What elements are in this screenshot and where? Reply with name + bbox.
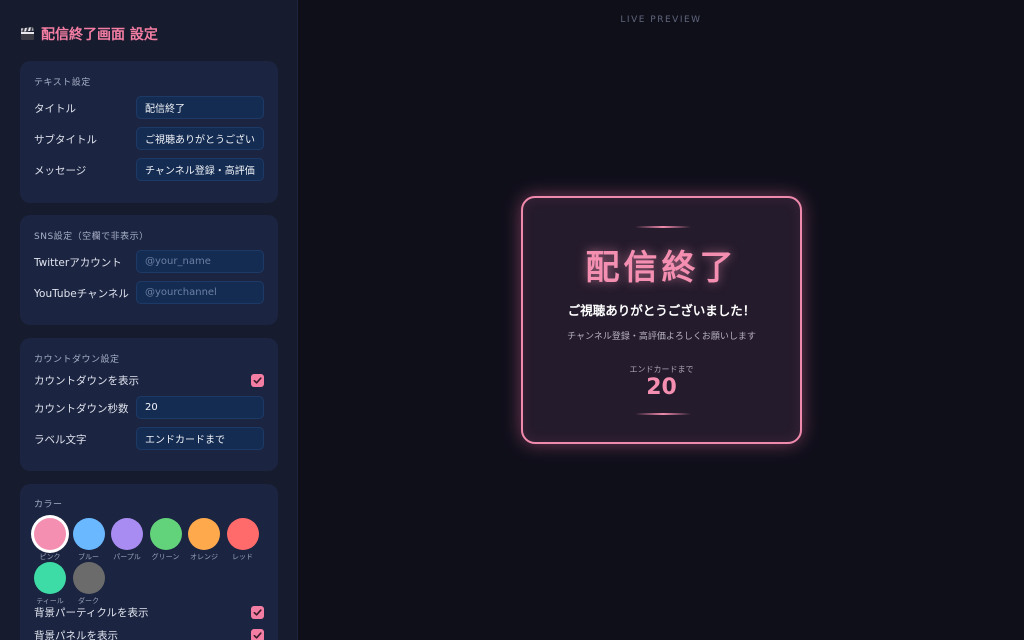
bg-panel-checkbox[interactable] [251,629,264,640]
show-countdown-checkbox[interactable] [251,374,264,387]
subtitle-label: サブタイトル [34,134,97,146]
particles-label: 背景パーティクルを表示 [34,607,149,619]
clapperboard-icon [20,27,35,41]
sns-settings-heading: SNS設定（空欄で非表示） [34,232,149,242]
color-swatch[interactable] [226,518,259,550]
end-screen-card: 配信終了 ご視聴ありがとうございました！ チャンネル登録・高評価よろしくお願いし… [521,196,802,444]
title-input[interactable] [136,96,264,119]
message-input[interactable] [136,158,264,181]
twitter-input[interactable] [136,250,264,273]
checkmark-icon [253,632,262,639]
card-title: 配信終了 [585,248,738,288]
sns-settings-panel: SNS設定（空欄で非表示） Twitterアカウント YouTubeチャンネル [20,215,278,325]
card-countdown-label: エンドカードまで [629,365,694,374]
countdown-text-label: ラベル文字 [34,434,87,446]
title-label: タイトル [34,103,76,115]
particles-checkbox[interactable] [251,606,264,619]
show-countdown-label: カウントダウンを表示 [34,375,139,387]
settings-sidebar: 配信終了画面 設定 テキスト設定 タイトル サブタイトル メッセージ SNS設定… [0,0,298,640]
text-settings-panel: テキスト設定 タイトル サブタイトル メッセージ [20,61,278,203]
live-preview-label: LIVE PREVIEW [620,15,702,25]
color-swatch[interactable] [34,562,66,594]
card-top-divider [635,226,691,228]
color-swatch[interactable] [72,518,105,550]
message-label: メッセージ [34,165,87,177]
subtitle-input[interactable] [136,127,264,150]
youtube-label: YouTubeチャンネル [34,288,129,300]
card-subtitle: ご視聴ありがとうございました！ [567,303,756,318]
bg-panel-label: 背景パネルを表示 [34,630,118,640]
color-swatch[interactable] [72,562,105,594]
youtube-input[interactable] [136,281,264,304]
color-settings-heading: カラー [34,500,63,510]
card-message: チャンネル登録・高評価よろしくお願いします [567,332,756,342]
checkmark-icon [253,377,262,384]
sidebar-title-text: 配信終了画面 設定 [41,27,158,43]
countdown-seconds-label: カウントダウン秒数 [34,403,129,415]
countdown-settings-panel: カウントダウン設定 カウントダウンを表示 カウントダウン秒数 ラベル文字 [20,338,278,471]
countdown-settings-heading: カウントダウン設定 [34,355,120,365]
text-settings-heading: テキスト設定 [34,78,91,88]
countdown-seconds-input[interactable] [136,396,264,419]
card-bottom-divider [635,413,691,415]
color-swatch[interactable] [111,518,143,550]
color-settings-panel: カラー ピンク ブルー パープル グリーン オレンジ レッド ティール ダーク 背景パーティク… [20,484,278,640]
checkmark-icon [253,609,262,616]
twitter-label: Twitterアカウント [34,257,122,269]
color-swatch[interactable] [188,518,220,550]
sidebar-title: 配信終了画面 設定 [20,24,158,44]
color-swatch[interactable] [34,518,66,550]
color-swatch-label: レッド [232,553,253,561]
color-swatch[interactable] [149,518,182,550]
countdown-text-input[interactable] [136,427,264,450]
card-countdown-value: 20 [646,375,677,400]
